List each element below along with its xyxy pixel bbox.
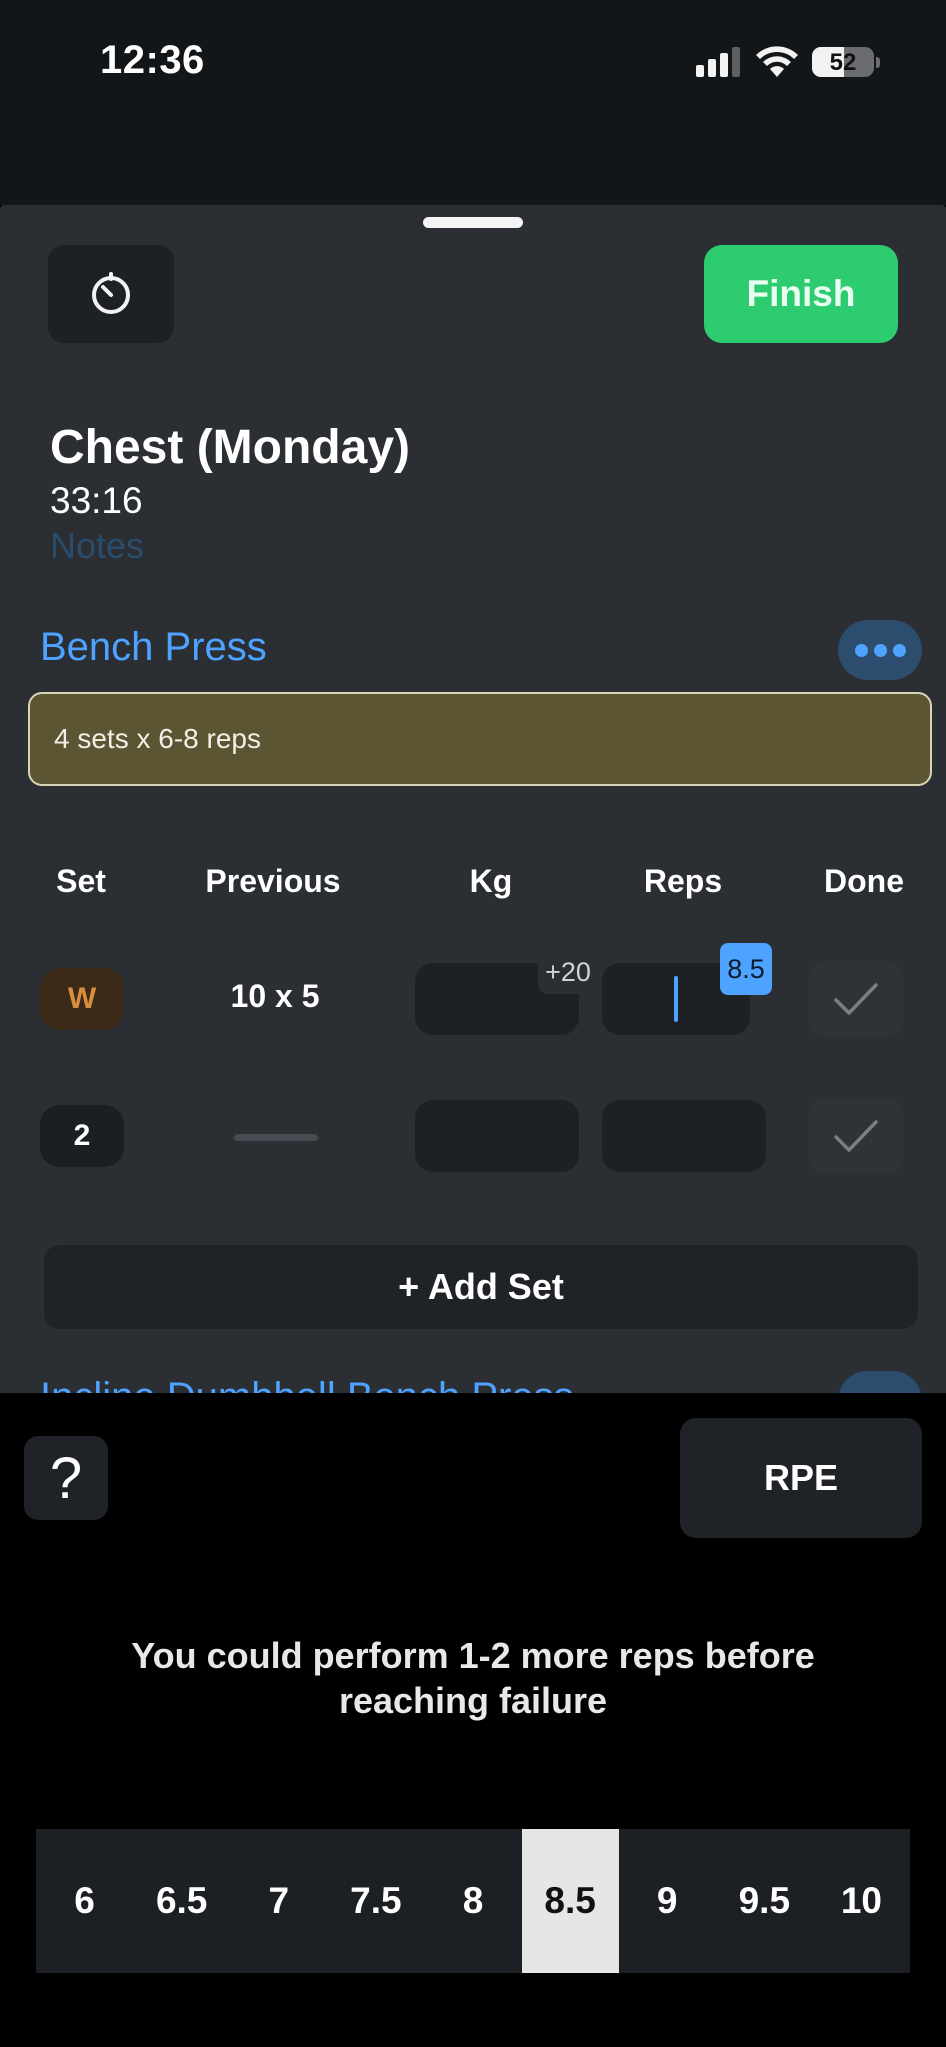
rpe-option[interactable]: 6 — [36, 1829, 133, 1973]
exercise-name[interactable]: Bench Press — [40, 625, 267, 670]
rpe-picker[interactable]: 6 6.5 7 7.5 8 8.5 9 9.5 10 — [36, 1829, 910, 1973]
timer-icon — [92, 272, 130, 314]
rpe-keyboard-panel: ? RPE You could perform 1-2 more reps be… — [0, 1393, 946, 2047]
finish-button[interactable]: Finish — [704, 245, 898, 343]
done-checkbox[interactable] — [808, 961, 904, 1037]
exercise-more-button[interactable] — [838, 620, 922, 680]
set-type-badge[interactable]: W — [40, 968, 124, 1030]
text-cursor — [674, 976, 678, 1022]
help-button[interactable]: ? — [24, 1436, 108, 1520]
rpe-option[interactable]: 9.5 — [716, 1829, 813, 1973]
rpe-description: You could perform 1-2 more reps before r… — [131, 1635, 815, 1721]
rpe-badge[interactable]: 8.5 — [720, 943, 772, 995]
more-dot-icon — [854, 643, 868, 657]
wifi-icon — [756, 46, 798, 77]
notes-field[interactable]: Notes — [50, 525, 144, 567]
checkmark-icon — [834, 1120, 878, 1152]
cellular-signal-icon — [696, 47, 740, 77]
rpe-option[interactable]: 8 — [424, 1829, 521, 1973]
rest-timer-button[interactable] — [48, 245, 174, 343]
set-number-badge[interactable]: 2 — [40, 1105, 124, 1167]
battery-level: 52 — [829, 49, 857, 76]
rpe-option[interactable]: 10 — [813, 1829, 910, 1973]
rpe-option[interactable]: 7.5 — [327, 1829, 424, 1973]
sheet-grabber[interactable] — [423, 217, 523, 228]
previous-value[interactable]: 10 x 5 — [231, 978, 320, 1015]
reps-input[interactable] — [602, 1100, 766, 1172]
previous-empty-dash — [234, 1134, 318, 1141]
battery-tip — [876, 56, 880, 68]
status-icons: 52 — [696, 46, 880, 78]
column-header-set: Set — [56, 863, 106, 899]
rpe-option[interactable]: 6.5 — [133, 1829, 230, 1973]
workout-sheet: Finish Chest (Monday) 33:16 Notes Bench … — [0, 205, 946, 1393]
kg-increment-badge: +20 — [538, 950, 598, 994]
rpe-option[interactable]: 9 — [619, 1829, 716, 1973]
more-dot-icon — [873, 643, 887, 657]
kg-input[interactable] — [415, 1100, 579, 1172]
workout-duration: 33:16 — [50, 480, 143, 521]
column-header-previous: Previous — [205, 863, 341, 899]
more-dot-icon — [892, 643, 906, 657]
status-time: 12:36 — [100, 38, 205, 82]
workout-title[interactable]: Chest (Monday) — [50, 420, 410, 475]
next-exercise-name[interactable]: Incline Dumbbell Bench Press — [40, 1375, 574, 1393]
rpe-mode-button[interactable]: RPE — [680, 1418, 922, 1538]
exercise-note[interactable]: 4 sets x 6-8 reps — [28, 692, 932, 786]
rpe-option[interactable]: 8.5 — [521, 1829, 619, 1973]
battery-icon: 52 — [812, 47, 874, 77]
column-header-reps: Reps — [643, 863, 723, 899]
checkmark-icon — [834, 983, 878, 1015]
column-header-kg: Kg — [469, 863, 513, 899]
done-checkbox[interactable] — [808, 1098, 904, 1174]
rpe-option[interactable]: 7 — [230, 1829, 327, 1973]
add-set-button[interactable]: + Add Set — [44, 1245, 918, 1329]
question-mark-icon: ? — [49, 1445, 83, 1511]
column-header-done: Done — [824, 863, 904, 899]
next-exercise-more-button[interactable] — [838, 1371, 922, 1393]
status-bar: 12:36 52 — [0, 0, 946, 205]
